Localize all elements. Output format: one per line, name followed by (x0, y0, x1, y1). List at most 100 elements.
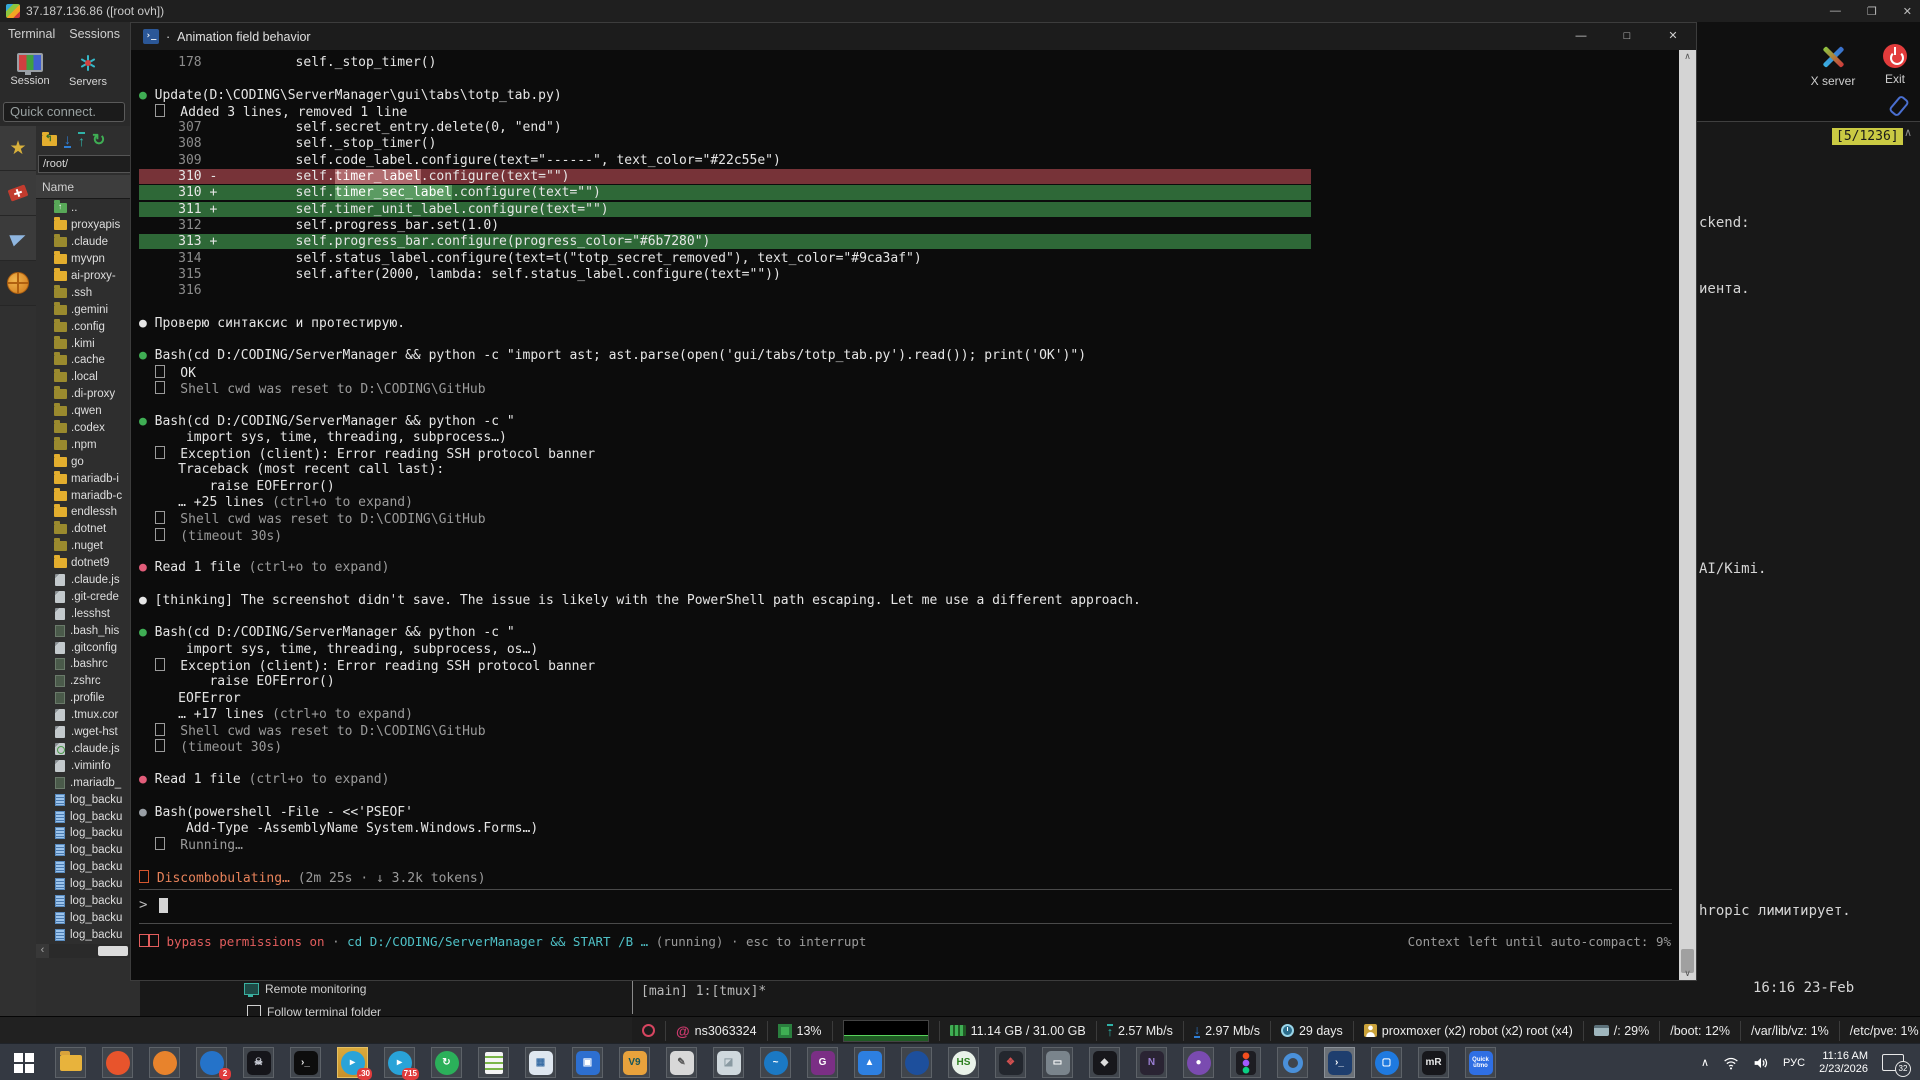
claude-titlebar[interactable]: ›_ · Animation field behavior — □ ✕ (131, 23, 1696, 50)
file-row[interactable]: .mariadb_ (36, 774, 140, 791)
tab-favorites[interactable]: ★ (0, 126, 36, 171)
v9-app-icon[interactable]: V9 (619, 1047, 650, 1078)
proxy-app-icon[interactable]: ☠ (243, 1047, 274, 1078)
file-row[interactable]: ai-proxy- (36, 268, 140, 285)
speaker-icon[interactable] (1753, 1056, 1769, 1070)
heidisql-icon[interactable]: HS (948, 1047, 979, 1078)
mremoteng-icon[interactable]: mR (1418, 1047, 1449, 1078)
horizontal-scrollbar[interactable]: ‹ (36, 944, 140, 958)
quick-utmo-icon[interactable]: Quick utmo (1465, 1047, 1496, 1078)
file-row[interactable]: dotnet9 (36, 555, 140, 572)
file-row[interactable]: .dotnet (36, 521, 140, 538)
file-row[interactable]: .tmux.cor (36, 707, 140, 724)
claude-close-button[interactable]: ✕ (1650, 23, 1696, 50)
tray-clock[interactable]: 11:16 AM 2/23/2026 (1819, 1050, 1868, 1075)
refresh-icon[interactable]: ↻ (92, 130, 105, 150)
windows-start-button[interactable] (8, 1047, 39, 1078)
file-row[interactable]: myvpn (36, 251, 140, 268)
claude-scrollbar[interactable]: ∧ ∨ (1679, 50, 1696, 980)
x-server-button[interactable]: X server (1797, 44, 1869, 88)
file-row[interactable]: .npm (36, 436, 140, 453)
file-row[interactable]: .gitconfig (36, 639, 140, 656)
notes-mirror-icon[interactable]: ◪ (713, 1047, 744, 1078)
language-indicator[interactable]: РУС (1783, 1057, 1805, 1069)
thunderbird-icon[interactable]: 2 (196, 1047, 227, 1078)
scrollbar-thumb[interactable] (98, 946, 128, 956)
file-row[interactable]: mariadb-i (36, 470, 140, 487)
browser-ring-icon[interactable] (1277, 1047, 1308, 1078)
claude-prompt[interactable]: > (139, 895, 168, 915)
calculator-icon[interactable]: ▦ (525, 1047, 556, 1078)
upload-icon[interactable]: ↑ (78, 132, 85, 148)
file-row[interactable]: proxyapis (36, 217, 140, 234)
monitoring-app-icon[interactable]: ▭ (1042, 1047, 1073, 1078)
file-row[interactable]: .zshrc (36, 673, 140, 690)
file-row[interactable]: .profile (36, 690, 140, 707)
n-app-icon[interactable]: N (1136, 1047, 1167, 1078)
tab-sftp-browser[interactable] (0, 261, 36, 306)
file-row[interactable]: .di-proxy (36, 386, 140, 403)
cmd-terminal-icon[interactable]: ›_ (290, 1047, 321, 1078)
notification-icon[interactable]: 32 (1882, 1054, 1904, 1071)
telegram-icon[interactable]: ▸.30 (337, 1047, 368, 1078)
cube-app-icon[interactable]: ◆ (1089, 1047, 1120, 1078)
sync-app-icon[interactable]: ↻ (431, 1047, 462, 1078)
quick-connect-input[interactable]: Quick connect. (3, 102, 125, 122)
maximize-button[interactable]: ❐ (1867, 5, 1877, 18)
file-row[interactable]: go (36, 453, 140, 470)
paperclip-icon[interactable] (1888, 94, 1910, 117)
tab-sessions-panel[interactable] (0, 216, 36, 261)
tray-chevron-icon[interactable]: ∧ (1701, 1056, 1709, 1069)
file-row[interactable]: .bashrc (36, 656, 140, 673)
g-app-icon[interactable]: G (807, 1047, 838, 1078)
name-column-header[interactable]: Name (36, 175, 140, 199)
tools-app-icon[interactable]: ✎ (666, 1047, 697, 1078)
close-button[interactable]: ✕ (1903, 5, 1912, 18)
servers-button[interactable]: Servers (62, 45, 114, 95)
file-row[interactable]: .claude (36, 234, 140, 251)
file-row[interactable]: .nuget (36, 538, 140, 555)
scroll-up-icon[interactable]: ∧ (1904, 126, 1912, 139)
menu-terminal[interactable]: Terminal (8, 27, 55, 41)
file-row[interactable]: .kimi (36, 335, 140, 352)
file-row[interactable]: .. (36, 200, 140, 217)
folder-up-icon[interactable] (42, 135, 57, 146)
mascot-app-icon[interactable] (901, 1047, 932, 1078)
file-row[interactable]: .ssh (36, 284, 140, 301)
remote-desktop-icon[interactable]: ❖ (995, 1047, 1026, 1078)
powershell-icon[interactable]: ›_ (1324, 1047, 1355, 1078)
file-row[interactable]: log_backu (36, 893, 140, 910)
file-row[interactable]: log_backu (36, 926, 140, 943)
blue-window-app-icon[interactable]: ▣ (572, 1047, 603, 1078)
exit-button[interactable]: Exit (1873, 44, 1917, 86)
telegram-2-icon[interactable]: ▸715 (384, 1047, 415, 1078)
download-icon[interactable]: ↓ (64, 132, 71, 148)
file-row[interactable]: .qwen (36, 403, 140, 420)
file-row[interactable]: mariadb-c (36, 487, 140, 504)
file-row[interactable]: .config (36, 318, 140, 335)
scrollbar-down-icon[interactable]: ∨ (1679, 967, 1696, 980)
figma-icon[interactable] (1230, 1047, 1261, 1078)
file-row[interactable]: log_backu (36, 825, 140, 842)
file-explorer-icon[interactable] (55, 1047, 86, 1078)
session-button[interactable]: Session (4, 45, 56, 95)
github-icon[interactable]: ● (1183, 1047, 1214, 1078)
notepad-icon[interactable] (478, 1047, 509, 1078)
minimize-button[interactable]: — (1830, 5, 1841, 17)
file-row[interactable]: .bash_his (36, 622, 140, 639)
file-row[interactable]: endlessh (36, 504, 140, 521)
file-row[interactable]: log_backu (36, 909, 140, 926)
claude-terminal-output[interactable]: 178 self._stop_timer()● Update(D:\CODING… (131, 50, 1679, 980)
claude-maximize-button[interactable]: □ (1604, 23, 1650, 50)
file-row[interactable]: .lesshst (36, 605, 140, 622)
scroll-left-icon[interactable]: ‹ (36, 944, 49, 958)
tab-tools[interactable] (0, 171, 36, 216)
remote-monitoring-control[interactable]: Remote monitoring (244, 982, 366, 996)
file-row[interactable]: log_backu (36, 876, 140, 893)
menu-sessions[interactable]: Sessions (69, 27, 120, 41)
file-row[interactable]: .local (36, 369, 140, 386)
scrollbar-up-icon[interactable]: ∧ (1679, 50, 1696, 63)
file-row[interactable]: log_backu (36, 791, 140, 808)
claude-minimize-button[interactable]: — (1558, 23, 1604, 50)
wifi-icon[interactable] (1723, 1056, 1739, 1070)
